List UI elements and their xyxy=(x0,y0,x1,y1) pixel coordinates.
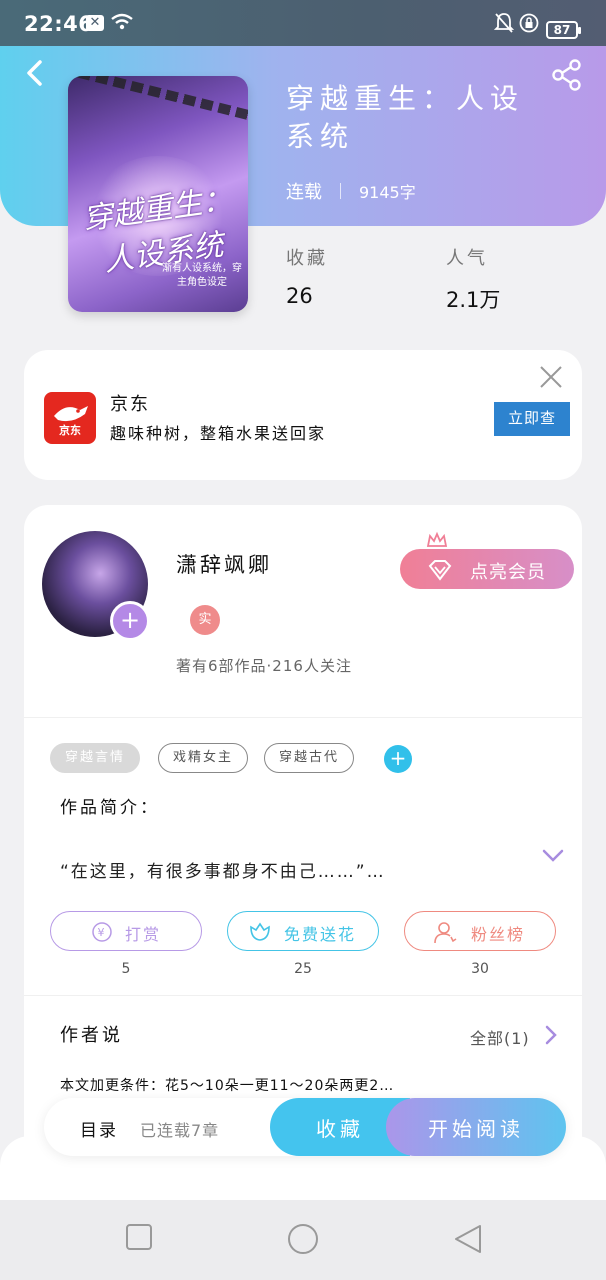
ad-cta-button[interactable]: 立即查 xyxy=(494,402,570,436)
book-status: 连载 xyxy=(286,182,322,203)
stat-value: 26 xyxy=(286,284,313,308)
cover-subtitle: 渐有人设系统，穿主角色设定 xyxy=(162,263,242,288)
chevron-down-icon[interactable] xyxy=(542,849,564,863)
back-icon[interactable] xyxy=(452,1222,484,1256)
ad-title: 京东 xyxy=(110,394,150,415)
tag-chip[interactable]: 穿越言情 xyxy=(50,743,141,773)
stat-value: 2.1万 xyxy=(446,288,501,312)
wifi-icon xyxy=(111,13,133,30)
ad-description: 趣味种树，整箱水果送回家 xyxy=(110,424,327,443)
yen-coin-icon: ¥ xyxy=(92,922,112,942)
bottom-action-bar: 目录 已连载7章 收藏 开始阅读 xyxy=(44,1098,566,1156)
battery-icon: 87 xyxy=(546,21,581,39)
book-cover[interactable]: 穿越重生：人设系统 渐有人设系统，穿主角色设定 xyxy=(68,76,248,312)
back-arrow-icon[interactable] xyxy=(20,58,50,88)
divider xyxy=(24,717,582,718)
svg-text:¥: ¥ xyxy=(98,926,107,939)
system-nav-bar xyxy=(0,1200,606,1280)
fan-ranking-icon xyxy=(434,922,457,944)
reward-count: 5 xyxy=(121,961,131,977)
author-said-all-link[interactable]: 全部(1) xyxy=(470,1025,530,1049)
follow-plus-icon[interactable]: + xyxy=(110,601,150,641)
notification-x-icon: ✕ xyxy=(86,15,104,31)
start-reading-button[interactable]: 开始阅读 xyxy=(386,1098,566,1156)
author-said-label: 作者说 xyxy=(60,1025,123,1046)
send-flower-label: 免费送花 xyxy=(284,925,357,944)
stat-favorites: 收藏 26 xyxy=(286,244,328,308)
flower-count: 25 xyxy=(294,961,312,977)
intro-label: 作品简介： xyxy=(60,798,160,818)
vip-button-label: 点亮会员 xyxy=(470,562,546,582)
author-stats: 著有6部作品·216人关注 xyxy=(176,657,352,675)
share-icon[interactable] xyxy=(550,58,584,92)
chapter-count[interactable]: 已连载7章 xyxy=(140,1117,219,1141)
reward-button[interactable]: ¥ 打赏 xyxy=(50,911,202,951)
book-title: 穿越重生：人设系统 xyxy=(286,82,525,153)
close-icon[interactable] xyxy=(538,364,564,390)
status-time: 22:46 xyxy=(24,12,94,36)
stat-label: 人气 xyxy=(446,248,488,269)
stat-label: 收藏 xyxy=(286,248,328,269)
logo-text: 京东 xyxy=(59,424,81,437)
reward-label: 打赏 xyxy=(125,925,162,944)
fan-count: 30 xyxy=(471,961,489,977)
add-tag-button[interactable]: + xyxy=(384,745,412,773)
fan-ranking-button[interactable]: 粉丝榜 xyxy=(404,911,556,951)
fan-ranking-label: 粉丝榜 xyxy=(471,925,526,944)
cover-chain-decoration xyxy=(68,76,248,127)
verified-badge: 实 xyxy=(190,605,220,635)
home-icon[interactable] xyxy=(286,1222,320,1256)
jd-logo: 京东 xyxy=(44,392,96,444)
recent-apps-icon[interactable] xyxy=(124,1222,154,1252)
tag-chip[interactable]: 穿越古代 xyxy=(264,743,355,773)
intro-text: “在这里，有很多事都身不由己……”… xyxy=(60,862,386,882)
flower-icon xyxy=(250,922,270,941)
stat-popularity: 人气 2.1万 xyxy=(446,244,500,314)
author-said-text[interactable]: 本文加更条件：花5～10朵一更11～20朵两更2… xyxy=(60,1075,394,1095)
divider xyxy=(24,995,582,996)
book-meta: 连载 9145字 xyxy=(286,178,416,204)
crown-icon xyxy=(426,531,448,547)
vip-button[interactable]: 点亮会员 xyxy=(400,531,574,589)
bell-off-icon xyxy=(494,13,514,33)
tag-chip[interactable]: 戏精女主 xyxy=(158,743,249,773)
status-bar: 22:46 ✕ 87 xyxy=(0,0,606,46)
lock-rotation-icon xyxy=(519,13,539,33)
ad-card[interactable]: 京东 京东 趣味种树，整箱水果送回家 立即查 xyxy=(24,350,582,480)
diamond-icon xyxy=(428,560,452,581)
send-flower-button[interactable]: 免费送花 xyxy=(227,911,379,951)
author-name[interactable]: 潇辞飒卿 xyxy=(176,549,272,579)
chevron-right-icon[interactable] xyxy=(544,1025,558,1045)
meta-divider xyxy=(340,183,341,199)
toc-button[interactable]: 目录 xyxy=(80,1116,118,1141)
book-word-count: 9145字 xyxy=(359,183,416,202)
